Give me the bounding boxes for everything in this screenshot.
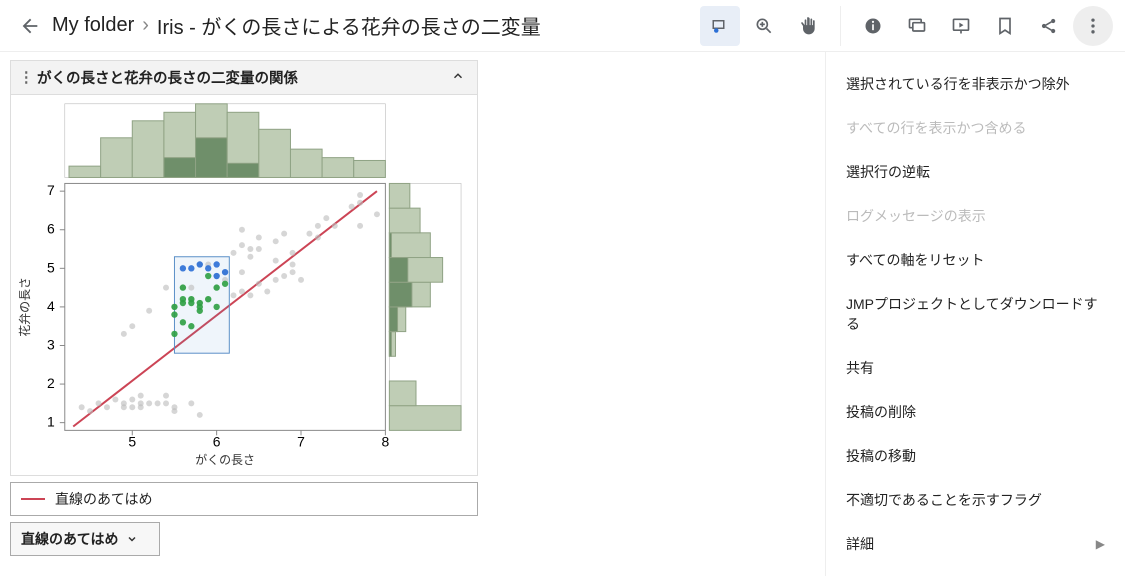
- drag-handle-icon[interactable]: ⋮: [19, 70, 37, 86]
- breadcrumb-root[interactable]: My folder: [52, 14, 134, 37]
- overflow-button[interactable]: [1073, 6, 1113, 46]
- chart-area[interactable]: 5 6 7 8 1 2 3 4 5 6 7 がくの長さ 花弁の長さ: [11, 95, 477, 475]
- share-icon: [1039, 16, 1059, 36]
- svg-text:5: 5: [128, 433, 136, 449]
- menu-item-label: すべての軸をリセット: [846, 250, 984, 270]
- bookmark-icon: [995, 16, 1015, 36]
- selection-tool-button[interactable]: [700, 6, 740, 46]
- menu-item-label: JMPプロジェクトとしてダウンロードする: [846, 294, 1105, 334]
- present-button[interactable]: [941, 6, 981, 46]
- content-area: ⋮ がくの長さと花弁の長さの二変量の関係 5 6 7 8 1 2 3 4 5 6 7 がくの長さ 花弁の…: [0, 52, 825, 576]
- menu-item[interactable]: 共有: [826, 346, 1125, 390]
- svg-text:4: 4: [47, 298, 55, 314]
- hand-icon: [798, 16, 818, 36]
- menu-item[interactable]: 選択行の逆転: [826, 150, 1125, 194]
- menu-item-label: 選択行の逆転: [846, 162, 930, 182]
- chevron-down-icon: [126, 533, 138, 545]
- svg-text:がくの長さ: がくの長さ: [195, 452, 255, 467]
- comment-button[interactable]: [897, 6, 937, 46]
- header: My folder › Iris - がくの長さによる花弁の長さの二変量: [0, 0, 1125, 52]
- back-button[interactable]: [12, 8, 48, 44]
- menu-item[interactable]: JMPプロジェクトとしてダウンロードする: [826, 282, 1125, 346]
- info-button[interactable]: [853, 6, 893, 46]
- svg-text:5: 5: [47, 259, 55, 275]
- menu-item-label: 投稿の移動: [846, 446, 916, 466]
- menu-item-label: 共有: [846, 358, 874, 378]
- menu-item[interactable]: 詳細 ▶: [826, 522, 1125, 566]
- legend-line-sample: [21, 498, 45, 500]
- menu-item-label: 投稿の削除: [846, 402, 916, 422]
- bivariate-chart[interactable]: 5 6 7 8 1 2 3 4 5 6 7 がくの長さ 花弁の長さ: [15, 99, 473, 471]
- svg-text:7: 7: [47, 182, 55, 198]
- info-icon: [863, 16, 883, 36]
- menu-item[interactable]: 選択されている行を非表示かつ除外: [826, 62, 1125, 106]
- menu-item[interactable]: すべての軸をリセット: [826, 238, 1125, 282]
- collapse-button[interactable]: [451, 69, 469, 87]
- menu-item[interactable]: 不適切であることを示すフラグ: [826, 478, 1125, 522]
- comment-icon: [907, 16, 927, 36]
- panel-title: がくの長さと花弁の長さの二変量の関係: [37, 67, 451, 88]
- breadcrumb-page[interactable]: Iris - がくの長さによる花弁の長さの二変量: [157, 11, 541, 40]
- zoom-tool-button[interactable]: [744, 6, 784, 46]
- menu-item-label: 詳細: [846, 534, 874, 554]
- menu-item: すべての行を表示かつ含める: [826, 106, 1125, 150]
- bivariate-panel: ⋮ がくの長さと花弁の長さの二変量の関係 5 6 7 8 1 2 3 4 5 6 7 がくの長さ 花弁の…: [10, 60, 478, 476]
- chevron-right-icon: ▶: [1096, 537, 1105, 551]
- legend-fit-label: 直線のあてはめ: [55, 489, 152, 509]
- menu-item-label: ログメッセージの表示: [846, 206, 986, 226]
- svg-text:1: 1: [47, 414, 55, 430]
- overflow-menu: 選択されている行を非表示かつ除外すべての行を表示かつ含める選択行の逆転ログメッセ…: [825, 52, 1125, 576]
- zoom-icon: [754, 16, 774, 36]
- svg-text:7: 7: [297, 433, 305, 449]
- svg-text:6: 6: [47, 221, 55, 237]
- fit-dropdown[interactable]: 直線のあてはめ: [10, 522, 160, 556]
- dropdown-label: 直線のあてはめ: [21, 529, 118, 549]
- breadcrumb: My folder › Iris - がくの長さによる花弁の長さの二変量: [52, 11, 541, 40]
- breadcrumb-sep: ›: [142, 14, 149, 37]
- svg-text:花弁の長さ: 花弁の長さ: [17, 277, 32, 337]
- selection-icon: [711, 17, 729, 35]
- svg-text:3: 3: [47, 336, 55, 352]
- bookmark-button[interactable]: [985, 6, 1025, 46]
- kebab-icon: [1083, 16, 1103, 36]
- pan-tool-button[interactable]: [788, 6, 828, 46]
- share-button[interactable]: [1029, 6, 1069, 46]
- menu-item[interactable]: 投稿の移動: [826, 434, 1125, 478]
- svg-text:2: 2: [47, 375, 55, 391]
- svg-text:6: 6: [213, 433, 221, 449]
- menu-item: ログメッセージの表示: [826, 194, 1125, 238]
- menu-item-label: 不適切であることを示すフラグ: [846, 490, 1042, 510]
- view-toolbar: [700, 6, 1113, 46]
- legend-bar: 直線のあてはめ: [10, 482, 478, 516]
- menu-item[interactable]: 投稿の削除: [826, 390, 1125, 434]
- panel-header[interactable]: ⋮ がくの長さと花弁の長さの二変量の関係: [11, 61, 477, 95]
- svg-text:8: 8: [382, 433, 390, 449]
- chevron-up-icon: [451, 69, 465, 83]
- slideshow-icon: [951, 16, 971, 36]
- arrow-left-icon: [19, 15, 41, 37]
- menu-item-label: すべての行を表示かつ含める: [846, 118, 1026, 138]
- menu-item-label: 選択されている行を非表示かつ除外: [846, 74, 1070, 94]
